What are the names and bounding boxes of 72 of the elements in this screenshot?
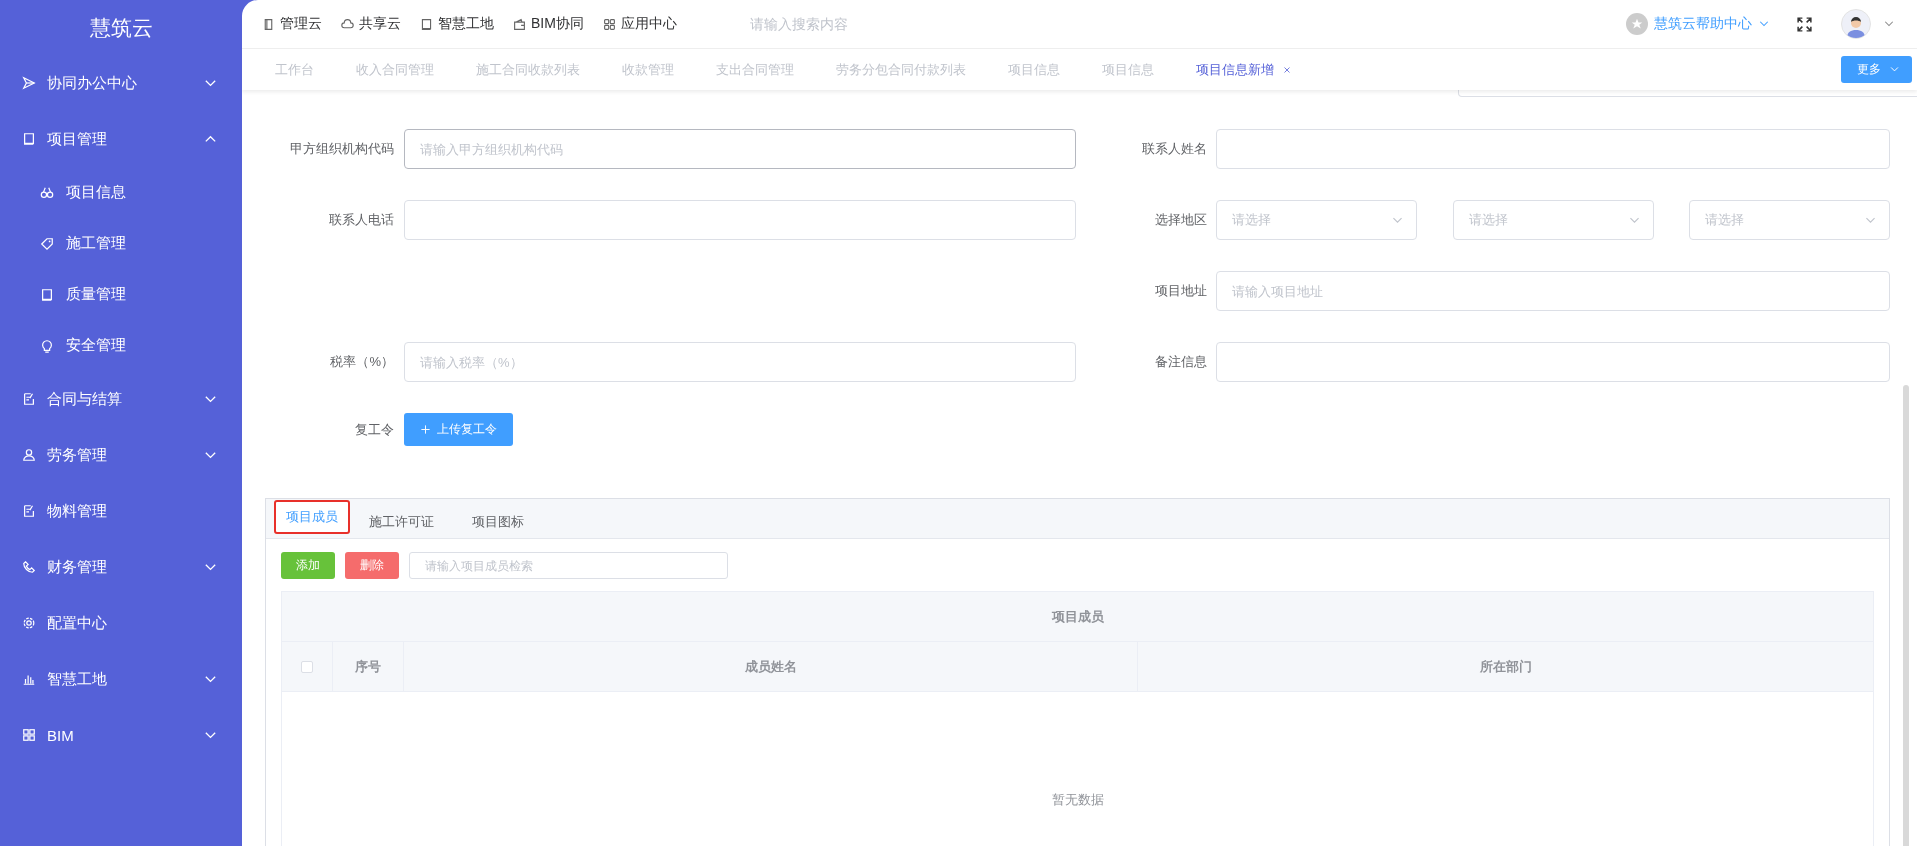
nav-link[interactable]: 管理云 [262,15,322,33]
column-header: 序号 [332,641,404,692]
column-header: 成员姓名 [403,641,1138,692]
close-icon[interactable] [1282,64,1292,75]
input-field[interactable] [404,200,1076,240]
glasses-icon [40,185,54,200]
input-field[interactable]: 请输入税率（%） [404,342,1076,382]
document-icon [262,17,275,31]
upload-button[interactable]: 上传复工令 [404,413,513,446]
input-field[interactable] [1216,342,1890,382]
panel-tab[interactable]: 施工许可证 [350,505,453,539]
input-field[interactable]: 请输入项目地址 [1216,271,1890,311]
book-icon [420,17,433,31]
field-label: 项目地址 [1154,282,1208,300]
cloud-icon [341,17,354,31]
input-field[interactable] [1216,129,1890,169]
field-label: 联系人电话 [328,211,395,229]
table-title: 项目成员 [281,591,1874,642]
phone-icon [22,560,36,574]
sidebar-item[interactable]: 合同与结算 [0,371,242,427]
book-icon [40,287,54,302]
sidebar-item[interactable]: 项目管理 [0,111,242,167]
tag-icon [40,236,54,251]
send-icon [22,76,36,90]
sidebar-item[interactable]: 财务管理 [0,539,242,595]
document-edit-icon [22,392,36,406]
star-badge-icon [1626,13,1648,35]
avatar-icon[interactable] [1841,9,1871,39]
field-label: 选择地区 [1154,211,1208,229]
scrollbar[interactable] [1903,385,1909,846]
app-title: 慧筑云 [89,14,153,41]
grid-icon [22,728,36,742]
sidebar-item[interactable]: 智慧工地 [0,651,242,707]
nav-link[interactable]: BIM协同 [513,15,584,33]
sidebar-subitem[interactable]: 项目信息 [0,167,242,218]
sidebar-item[interactable]: BIM [0,707,242,763]
sidebar-subitem[interactable]: 安全管理 [0,320,242,371]
lightbulb-icon [40,338,54,353]
gear-icon [22,616,36,630]
help-center-link[interactable]: 慧筑云帮助中心 [1626,13,1770,35]
page-tab[interactable]: 项目信息新增 [1175,60,1313,79]
document-edit-icon [22,504,36,518]
sidebar-item[interactable]: 劳务管理 [0,427,242,483]
nav-link[interactable]: 共享云 [341,15,401,33]
panel-tab[interactable]: 项目成员 [274,500,350,534]
sidebar-item[interactable]: 物料管理 [0,483,242,539]
book-icon [22,132,36,146]
empty-message: 暂无数据 [1051,791,1104,807]
more-button[interactable]: 更多 [1841,56,1912,83]
sidebar-item[interactable]: 配置中心 [0,595,242,651]
checkbox[interactable] [301,660,313,673]
grid-icon [602,17,616,31]
sidebar-subitem[interactable]: 施工管理 [0,218,242,269]
field-label: 税率（%） [329,353,395,371]
wallet-icon [513,17,526,31]
input-field[interactable]: 请输入甲方组织机构代码 [404,129,1076,169]
user-icon [22,448,36,462]
panel-tab[interactable]: 项目图标 [453,505,543,539]
column-header: 所在部门 [1137,641,1874,692]
sidebar-subitem[interactable]: 质量管理 [0,269,242,320]
sidebar-item[interactable]: 协同办公中心 [0,55,242,111]
search-field[interactable]: 请输入项目成员检索 [409,552,728,579]
field-label: 复工令 [354,420,395,439]
delete-button[interactable]: 删除 [345,552,399,579]
search-field[interactable]: 请输入搜索内容 [747,15,972,33]
field-label: 联系人姓名 [1141,140,1208,158]
plus-icon [420,424,431,435]
fullscreen-icon [1796,15,1813,33]
nav-link[interactable]: 应用中心 [602,15,677,33]
field-label: 甲方组织机构代码 [289,140,395,158]
field-label: 备注信息 [1154,353,1208,371]
nav-link[interactable]: 智慧工地 [420,15,494,33]
